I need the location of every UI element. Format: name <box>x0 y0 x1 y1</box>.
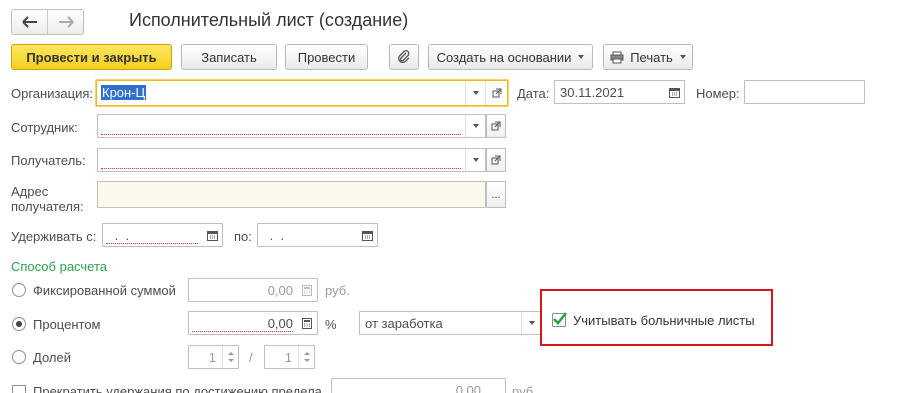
fixed-amount-unit: руб. <box>325 283 350 298</box>
recipient-dropdown[interactable] <box>465 149 485 171</box>
attach-button[interactable] <box>389 44 419 70</box>
chevron-down-icon <box>528 321 535 325</box>
share-radio[interactable] <box>12 350 26 364</box>
highlight-frame <box>540 289 773 346</box>
open-icon <box>491 155 501 165</box>
stop-limit-checkbox[interactable] <box>12 385 26 393</box>
percent-base-value: от заработка <box>365 316 443 331</box>
post-and-close-button[interactable]: Провести и закрыть <box>11 44 172 70</box>
date-calendar-button[interactable] <box>664 81 684 103</box>
recipient-address-label-line1: Адрес <box>11 184 49 199</box>
percent-base-dropdown[interactable] <box>521 312 541 334</box>
calculator-icon <box>302 317 312 329</box>
withhold-from-field[interactable]: . . <box>102 223 223 247</box>
withhold-from-value: . . <box>111 228 137 243</box>
chevron-down-icon <box>472 91 479 95</box>
percent-radio[interactable] <box>12 317 26 331</box>
share-denominator-value: 1 <box>284 350 292 365</box>
fixed-amount-calculator-button[interactable] <box>297 279 317 301</box>
required-underline <box>101 168 461 169</box>
stop-limit-field[interactable]: 0,00 <box>331 378 506 393</box>
print-label: Печать <box>630 49 673 65</box>
required-underline <box>106 243 198 244</box>
date-label: Дата: <box>517 86 550 101</box>
chevron-down-icon <box>578 55 585 59</box>
date-value: 30.11.2021 <box>560 85 625 100</box>
employee-dropdown[interactable] <box>465 115 485 137</box>
post-button[interactable]: Провести <box>285 44 368 70</box>
required-underline <box>101 134 461 135</box>
withhold-to-calendar-button[interactable] <box>357 224 377 246</box>
paperclip-icon <box>398 50 410 63</box>
organization-field[interactable]: Крон-Ц <box>96 80 508 106</box>
fixed-amount-label: Фиксированной суммой <box>33 283 176 298</box>
stop-limit-unit: руб. <box>512 384 537 393</box>
calendar-icon <box>361 230 373 241</box>
chevron-down-icon <box>472 158 479 162</box>
print-button[interactable]: Печать <box>603 44 693 70</box>
percent-calculator-button[interactable] <box>297 312 317 334</box>
organization-value: Крон-Ц <box>101 85 147 100</box>
recipient-address-label-line2: получателя: <box>11 199 84 214</box>
employee-label: Сотрудник: <box>11 120 78 135</box>
printer-icon <box>610 51 624 63</box>
stop-limit-value: 0,00 <box>455 383 481 393</box>
save-button[interactable]: Записать <box>181 44 277 70</box>
share-separator: / <box>249 350 253 365</box>
open-icon <box>491 121 501 131</box>
recipient-address-select-button[interactable]: ... <box>486 181 506 208</box>
organization-dropdown[interactable] <box>465 81 485 105</box>
share-label: Долей <box>33 350 71 365</box>
share-numerator-field[interactable]: 1 <box>188 345 239 369</box>
arrow-right-icon <box>58 16 74 28</box>
open-icon <box>492 88 501 98</box>
fixed-amount-radio[interactable] <box>12 283 26 297</box>
calculator-icon <box>302 284 312 296</box>
number-field[interactable] <box>744 80 865 104</box>
create-based-on-button[interactable]: Создать на основании <box>428 44 593 70</box>
chevron-down-icon <box>472 124 479 128</box>
withhold-to-label: по: <box>234 229 252 244</box>
organization-open-button[interactable] <box>485 81 507 105</box>
recipient-field[interactable] <box>97 148 486 172</box>
recipient-label: Получатель: <box>11 153 86 168</box>
percent-value: 0,00 <box>267 316 293 331</box>
required-underline <box>192 331 293 332</box>
calendar-icon <box>206 230 218 241</box>
page-title: Исполнительный лист (создание) <box>129 10 409 30</box>
share-denominator-field[interactable]: 1 <box>264 345 315 369</box>
fixed-amount-field[interactable]: 0,00 <box>188 278 318 302</box>
withhold-from-label: Удерживать с: <box>11 229 97 244</box>
employee-field[interactable] <box>97 114 486 138</box>
percent-unit: % <box>325 317 337 332</box>
calendar-icon <box>668 87 680 98</box>
withhold-to-value: . . <box>266 228 292 243</box>
stop-limit-label: Прекратить удержания по достижению преде… <box>33 384 322 393</box>
number-label: Номер: <box>696 86 740 101</box>
recipient-open-button[interactable] <box>486 148 506 172</box>
arrow-left-icon <box>21 16 37 28</box>
percent-field[interactable]: 0,00 <box>188 311 318 335</box>
recipient-address-field[interactable] <box>97 181 486 208</box>
fixed-amount-value: 0,00 <box>267 283 293 298</box>
withhold-to-field[interactable]: . . <box>257 223 378 247</box>
date-field[interactable]: 30.11.2021 <box>554 80 685 104</box>
share-denominator-stepper[interactable] <box>298 346 314 368</box>
share-numerator-value: 1 <box>208 350 216 365</box>
chevron-down-icon <box>679 55 686 59</box>
back-button[interactable] <box>12 10 47 34</box>
recipient-address-label: Адрес получателя: <box>11 184 84 214</box>
organization-label: Организация: <box>11 86 94 101</box>
percent-base-select[interactable]: от заработка <box>359 311 542 335</box>
employee-open-button[interactable] <box>486 114 506 138</box>
calc-section-title: Способ расчета <box>11 259 108 274</box>
share-numerator-stepper[interactable] <box>222 346 238 368</box>
percent-label: Процентом <box>33 317 101 332</box>
forward-button[interactable] <box>47 10 83 34</box>
create-based-on-label: Создать на основании <box>436 49 572 65</box>
nav-buttons <box>11 9 84 35</box>
withhold-from-calendar-button[interactable] <box>202 224 222 246</box>
